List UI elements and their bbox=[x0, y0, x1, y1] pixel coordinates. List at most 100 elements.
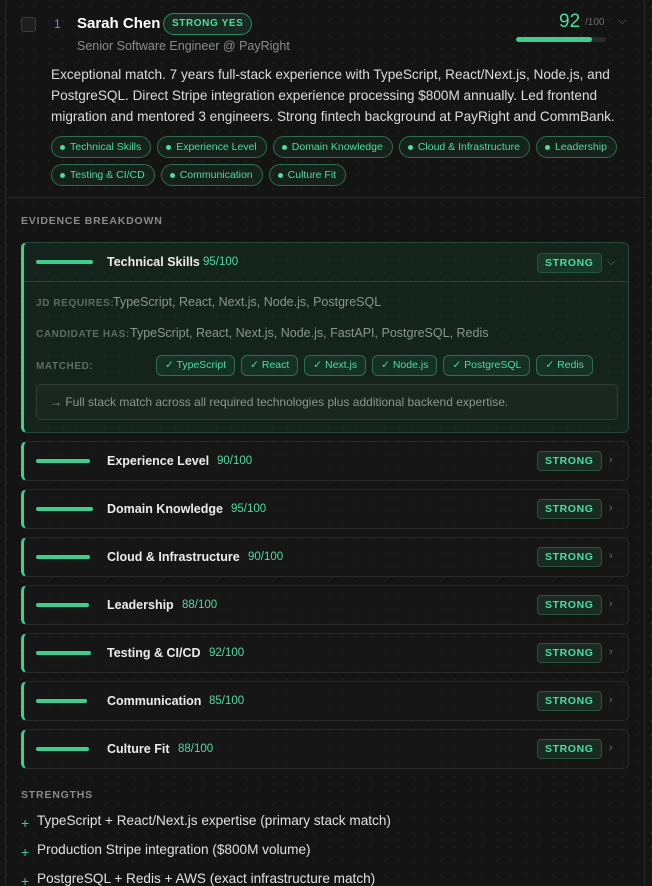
strength-text: PostgreSQL + Redis + AWS (exact infrastr… bbox=[37, 871, 376, 886]
evidence-item[interactable]: Testing & CI/CD 92/100 STRONG › bbox=[21, 633, 629, 673]
dimension-tag[interactable]: Leadership bbox=[535, 136, 617, 158]
dimension-score: 85/100 bbox=[209, 695, 245, 707]
evidence-item[interactable]: Experience Level 90/100 STRONG › bbox=[21, 441, 629, 481]
dimension-name: Domain Knowledge bbox=[107, 502, 223, 516]
chevron-right-icon[interactable]: › bbox=[609, 454, 613, 466]
strength-badge: STRONG bbox=[537, 739, 602, 759]
score-mini-bar bbox=[36, 507, 93, 511]
strength-text: TypeScript + React/Next.js expertise (pr… bbox=[37, 813, 391, 828]
dot-icon bbox=[277, 172, 283, 178]
score-mini-bar bbox=[36, 603, 89, 607]
candidate-summary: Exceptional match. 7 years full-stack ex… bbox=[51, 67, 615, 124]
matched-skill-tag: ✓ Next.js bbox=[304, 355, 367, 376]
dimension-name: Testing & CI/CD bbox=[107, 646, 201, 660]
strength-item: + TypeScript + React/Next.js expertise (p… bbox=[21, 812, 391, 831]
candidate-has-label: CANDIDATE HAS: bbox=[36, 329, 130, 340]
matched-skill-tag: ✓ Redis bbox=[536, 355, 593, 376]
dimension-tag[interactable]: Culture Fit bbox=[268, 164, 347, 186]
strength-item: + Production Stripe integration ($800M vo… bbox=[21, 841, 311, 860]
strengths-title: STRENGTHS bbox=[21, 789, 93, 801]
plus-icon: + bbox=[21, 873, 30, 886]
matched-skill-tag: ✓ PostgreSQL bbox=[443, 355, 531, 376]
dimension-name: Culture Fit bbox=[107, 742, 170, 756]
strength-badge: STRONG bbox=[537, 451, 602, 471]
score-mini-bar bbox=[36, 699, 87, 703]
section-divider bbox=[6, 197, 644, 198]
dimension-tag-label: Experience Level bbox=[176, 141, 257, 153]
evidence-item-technical-skills: Technical Skills 95/100 STRONG ⌵ JD REQU… bbox=[21, 242, 629, 433]
chevron-right-icon[interactable]: › bbox=[609, 550, 613, 562]
strength-badge: STRONG bbox=[537, 643, 602, 663]
evidence-rationale: → Full stack match across all required t… bbox=[36, 384, 618, 420]
matched-skills: ✓ TypeScript ✓ React ✓ Next.js ✓ Node.js ✓ P… bbox=[156, 355, 593, 376]
strength-text: Production Stripe integration ($800M vol… bbox=[37, 842, 311, 857]
dimension-score: 95/100 bbox=[231, 503, 267, 515]
candidate-has-value: TypeScript, React, Next.js, Node.js, Fas… bbox=[130, 326, 489, 340]
score-mini-bar bbox=[36, 260, 93, 264]
evidence-title: EVIDENCE BREAKDOWN bbox=[21, 215, 163, 227]
strength-badge: STRONG bbox=[537, 691, 602, 711]
rank-number: 1 bbox=[54, 17, 61, 31]
dimension-tag-label: Leadership bbox=[554, 141, 607, 153]
evidence-item[interactable]: Domain Knowledge 95/100 STRONG › bbox=[21, 489, 629, 529]
evidence-item[interactable]: Leadership 88/100 STRONG › bbox=[21, 585, 629, 625]
candidate-name: Sarah Chen bbox=[77, 15, 161, 32]
candidate-header[interactable]: 1 Sarah Chen STRONG YES Senior Software … bbox=[0, 0, 652, 60]
strength-item: + PostgreSQL + Redis + AWS (exact infrast… bbox=[21, 870, 375, 886]
chevron-right-icon[interactable]: › bbox=[609, 502, 613, 514]
dimension-score: 88/100 bbox=[182, 599, 218, 611]
chevron-down-icon[interactable]: ⌵ bbox=[607, 256, 615, 269]
chevron-right-icon[interactable]: › bbox=[609, 646, 613, 658]
strength-badge: STRONG bbox=[537, 499, 602, 519]
jd-requires-label: JD REQUIRES: bbox=[36, 298, 115, 309]
evidence-item[interactable]: Culture Fit 88/100 STRONG › bbox=[21, 729, 629, 769]
dimension-tag[interactable]: Experience Level bbox=[157, 136, 267, 158]
dot-icon bbox=[60, 144, 65, 150]
verdict-badge: STRONG YES bbox=[163, 13, 253, 35]
score-mini-bar bbox=[36, 747, 89, 751]
matched-skill-tag: ✓ React bbox=[241, 355, 299, 376]
select-checkbox[interactable] bbox=[21, 17, 36, 32]
overall-score-max: /100 bbox=[585, 17, 605, 28]
dimension-score: 88/100 bbox=[178, 743, 214, 755]
dimension-tag-label: Culture Fit bbox=[287, 169, 337, 181]
dimension-score: 90/100 bbox=[217, 455, 253, 467]
score-mini-bar bbox=[36, 459, 90, 463]
dimension-tag[interactable]: Communication bbox=[160, 164, 263, 186]
dot-icon bbox=[407, 144, 413, 150]
score-mini-bar bbox=[36, 651, 92, 655]
chevron-down-icon[interactable]: ⌵ bbox=[618, 15, 626, 28]
candidate-role: Senior Software Engineer @ PayRight bbox=[77, 39, 290, 53]
dimension-tag[interactable]: Testing & CI/CD bbox=[51, 164, 155, 186]
chevron-right-icon[interactable]: › bbox=[609, 742, 613, 754]
dimension-tag-label: Technical Skills bbox=[70, 141, 142, 153]
dot-icon bbox=[169, 172, 175, 178]
dimension-tag[interactable]: Technical Skills bbox=[51, 136, 152, 158]
dimension-name: Leadership bbox=[107, 598, 174, 612]
evidence-item[interactable]: Cloud & Infrastructure 90/100 STRONG › bbox=[21, 537, 629, 577]
matched-skill-tag: ✓ Node.js bbox=[372, 355, 438, 376]
dimension-tag[interactable]: Cloud & Infrastructure bbox=[398, 136, 530, 158]
dimension-score: 90/100 bbox=[248, 551, 284, 563]
dimension-name: Cloud & Infrastructure bbox=[107, 550, 240, 564]
matched-skill-tag: ✓ TypeScript bbox=[156, 355, 236, 376]
dimension-tag-label: Domain Knowledge bbox=[291, 141, 383, 153]
dimension-score: 92/100 bbox=[209, 647, 245, 659]
evidence-item-header[interactable]: Technical Skills 95/100 STRONG ⌵ bbox=[24, 243, 628, 282]
dimension-tags: Technical Skills Experience Level Domain K… bbox=[51, 136, 631, 186]
strength-badge: STRONG bbox=[537, 547, 602, 567]
plus-icon: + bbox=[21, 815, 30, 831]
dot-icon bbox=[166, 144, 172, 150]
dimension-tag[interactable]: Domain Knowledge bbox=[272, 136, 393, 158]
dimension-name: Communication bbox=[107, 694, 202, 708]
dimension-name: Experience Level bbox=[107, 454, 210, 468]
strength-badge: STRONG bbox=[537, 595, 602, 615]
overall-score-fill bbox=[516, 37, 593, 42]
plus-icon: + bbox=[21, 844, 30, 860]
strength-badge: STRONG bbox=[537, 253, 602, 273]
matched-label: MATCHED: bbox=[36, 361, 94, 372]
dot-icon bbox=[544, 144, 550, 150]
chevron-right-icon[interactable]: › bbox=[609, 694, 613, 706]
evidence-item[interactable]: Communication 85/100 STRONG › bbox=[21, 681, 629, 721]
chevron-right-icon[interactable]: › bbox=[609, 598, 613, 610]
